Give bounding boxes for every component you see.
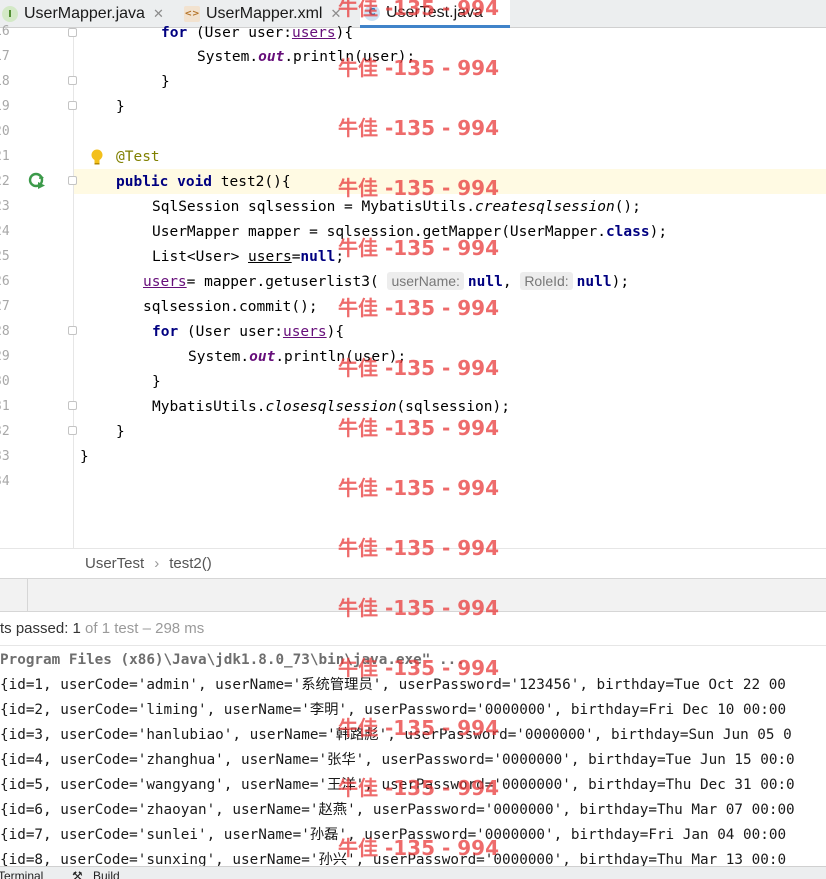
line-number: 28 — [0, 324, 10, 339]
fold-marker-icon[interactable] — [68, 426, 77, 435]
close-icon[interactable]: ✕ — [330, 7, 341, 22]
line-number: 24 — [0, 224, 10, 239]
code-line: sqlsession.commit(); — [143, 299, 318, 315]
line-number: 30 — [0, 374, 10, 389]
tab-label: UserTest.java — [386, 3, 483, 21]
line-number: 18 — [0, 74, 10, 89]
code-line: SqlSession sqlsession = MybatisUtils.cre… — [152, 199, 641, 215]
bottom-tool-bar: Terminal ⚒ Build — [0, 866, 826, 879]
chevron-right-icon: › — [154, 555, 160, 572]
console-line: {id=8, userCode='sunxing', userName='孙兴'… — [0, 852, 787, 866]
hammer-icon: ⚒ — [72, 869, 83, 879]
gutter: 16 17 18 19 20 21 22 23 24 25 26 27 28 2… — [0, 24, 77, 548]
code-line: @Test — [116, 149, 160, 165]
fold-marker-icon[interactable] — [68, 326, 77, 335]
code-line: for (User user:users){ — [161, 25, 354, 41]
status-prefix: ts passed: — [0, 620, 73, 637]
line-number: 23 — [0, 199, 10, 214]
console-line: {id=4, userCode='zhanghua', userName='张华… — [0, 752, 795, 768]
code-line: } — [116, 424, 125, 440]
console-output[interactable]: Program Files (x86)\Java\jdk1.8.0_73\bin… — [0, 648, 826, 866]
code-line: } — [116, 99, 125, 115]
tab-label: UserMapper.xml — [206, 5, 323, 22]
console-line: {id=6, userCode='zhaoyan', userName='赵燕'… — [0, 802, 795, 818]
line-number: 29 — [0, 349, 10, 364]
console-line: {id=5, userCode='wangyang', userName='王洋… — [0, 777, 795, 793]
line-number: 16 — [0, 24, 10, 39]
console-line: {id=3, userCode='hanlubiao', userName='韩… — [0, 727, 792, 743]
line-number: 33 — [0, 449, 10, 464]
line-number: 31 — [0, 399, 10, 414]
code-line: System.out.println(user); — [188, 349, 407, 365]
fold-marker-icon[interactable] — [68, 401, 77, 410]
code-line: } — [80, 449, 89, 465]
run-toolbar — [0, 578, 826, 613]
line-number: 32 — [0, 424, 10, 439]
code-line: public void test2(){ — [116, 174, 291, 190]
line-number: 27 — [0, 299, 10, 314]
intention-bulb-icon[interactable] — [90, 149, 104, 165]
line-number: 20 — [0, 124, 10, 139]
fold-marker-icon[interactable] — [68, 76, 77, 85]
tab-label: UserMapper.java — [24, 5, 145, 22]
line-number: 26 — [0, 274, 10, 289]
code-line: } — [161, 74, 170, 90]
code-line: users= mapper.getuserlist3( userName: nul… — [143, 272, 630, 290]
code-line: List<User> users=null; — [152, 249, 345, 265]
code-line: for (User user:users){ — [152, 324, 345, 340]
status-passed-count: 1 — [72, 620, 81, 637]
code-line: System.out.println(user); — [197, 49, 416, 65]
code-line: } — [152, 374, 161, 390]
run-test-icon[interactable] — [28, 172, 46, 190]
interface-icon: I — [2, 6, 18, 22]
console-command-line: Program Files (x86)\Java\jdk1.8.0_73\bin… — [0, 652, 465, 668]
terminal-tab[interactable]: Terminal — [0, 869, 43, 879]
fold-marker-icon[interactable] — [68, 28, 77, 37]
line-number: 17 — [0, 49, 10, 64]
breadcrumb-class[interactable]: UserTest — [85, 555, 144, 572]
breadcrumb-method[interactable]: test2() — [169, 555, 212, 572]
code-line: UserMapper mapper = sqlsession.getMapper… — [152, 224, 668, 240]
editor-tab-bar: I UserMapper.java ✕ <> UserMapper.xml ✕ … — [0, 0, 826, 28]
tab-usertest-java[interactable]: C UserTest.java — [360, 0, 510, 28]
tab-usermapper-java[interactable]: I UserMapper.java ✕ — [2, 0, 170, 28]
build-tab[interactable]: Build — [93, 869, 120, 879]
close-icon[interactable]: ✕ — [153, 7, 164, 22]
line-number: 25 — [0, 249, 10, 264]
breadcrumb: UserTest › test2() — [0, 548, 826, 578]
test-class-icon: C — [364, 4, 380, 21]
test-status: ts passed: 1 of 1 test – 298 ms — [0, 612, 826, 646]
console-line: {id=1, userCode='admin', userName='系统管理员… — [0, 677, 786, 693]
parameter-hint: userName: — [387, 272, 464, 290]
code-editor[interactable]: 16 17 18 19 20 21 22 23 24 25 26 27 28 2… — [0, 24, 826, 548]
line-number: 21 — [0, 149, 10, 164]
fold-marker-icon[interactable] — [68, 176, 77, 185]
parameter-hint: RoleId: — [520, 272, 573, 290]
line-number: 22 — [0, 174, 10, 189]
console-line: {id=7, userCode='sunlei', userName='孙磊',… — [0, 827, 787, 843]
line-number: 34 — [0, 474, 10, 489]
fold-marker-icon[interactable] — [68, 101, 77, 110]
code-line: MybatisUtils.closesqlsession(sqlsession)… — [152, 399, 510, 415]
console-line: {id=2, userCode='liming', userName='李明',… — [0, 702, 787, 718]
toolbar-divider — [27, 579, 28, 613]
line-number: 19 — [0, 99, 10, 114]
xml-icon: <> — [184, 6, 200, 22]
status-details: of 1 test – 298 ms — [80, 620, 205, 637]
